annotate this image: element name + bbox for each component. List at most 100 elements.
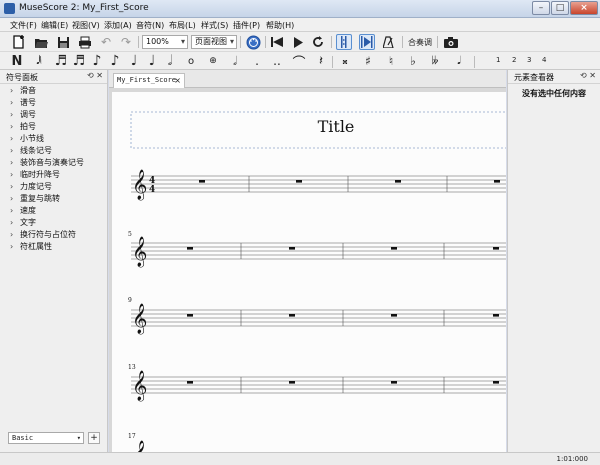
palette-item-breaks[interactable]: › 换行符与占位符	[10, 229, 76, 241]
menu-layout[interactable]: 布局(L)	[169, 20, 196, 31]
save-icon[interactable]	[54, 34, 72, 50]
palette-item-clefs[interactable]: › 谱号	[10, 97, 36, 109]
flip-direction-icon[interactable]: 𝅘𝅥	[452, 53, 466, 69]
camera-icon[interactable]	[442, 34, 460, 50]
thirty-second-note-icon[interactable]: ♬	[54, 53, 68, 69]
palette-item-glissando[interactable]: › 滑音	[10, 85, 36, 97]
voice-1-button[interactable]: 1	[496, 56, 500, 64]
menu-help[interactable]: 帮助(H)	[266, 20, 294, 31]
whole-rest-icon[interactable]	[289, 314, 295, 317]
time-signature-bottom[interactable]: 4	[149, 185, 155, 195]
zoom-select[interactable]: 100% ▾	[142, 35, 188, 49]
palette-item-tempo[interactable]: › 速度	[10, 205, 36, 217]
score-title[interactable]: Title	[318, 117, 355, 136]
palette-item-key-signatures[interactable]: › 调号	[10, 109, 36, 121]
whole-rest-icon[interactable]	[187, 381, 193, 384]
float-icon[interactable]: ⟲	[580, 71, 587, 80]
concert-pitch-button[interactable]: 合奏调	[408, 37, 432, 48]
workspace-select[interactable]: Basic ▾	[8, 432, 84, 444]
redo-icon[interactable]: ↷	[118, 34, 134, 50]
whole-rest-icon[interactable]	[391, 247, 397, 250]
palette-item-accidentals[interactable]: › 临时升降号	[10, 169, 60, 181]
rest-icon[interactable]: 𝄽	[314, 53, 328, 69]
eighth-note-alt-icon[interactable]: ♪	[108, 53, 122, 69]
staff-system-3[interactable]: 9 𝄞	[128, 297, 506, 335]
treble-clef-icon[interactable]: 𝄞	[132, 236, 147, 268]
longa-note-icon[interactable]: 𝅗𝅥	[228, 53, 242, 69]
treble-clef-icon[interactable]: 𝄞	[132, 303, 147, 335]
play-icon[interactable]	[290, 34, 306, 50]
natural-icon[interactable]: ♮	[384, 53, 398, 69]
whole-rest-icon[interactable]	[493, 314, 499, 317]
view-mode-select[interactable]: 页面视图 ▾	[191, 35, 237, 49]
menu-add[interactable]: 添加(A)	[104, 20, 132, 31]
palette-item-time-signatures[interactable]: › 拍号	[10, 121, 36, 133]
whole-rest-icon[interactable]	[493, 247, 499, 250]
undo-icon[interactable]: ↶	[98, 34, 114, 50]
score-page[interactable]: Title 𝄞 4 4 5 𝄞 9 𝄞 13 𝄞 17	[112, 92, 506, 452]
pan-score-icon[interactable]	[359, 34, 375, 50]
staff-system-1[interactable]: 𝄞 4 4	[131, 169, 506, 201]
quarter-note-icon[interactable]: ♩	[127, 53, 141, 69]
menu-view[interactable]: 视图(V)	[72, 20, 100, 31]
palette-item-beam-properties[interactable]: › 符杠属性	[10, 241, 52, 253]
palette-item-ornaments[interactable]: › 装饰音与演奏记号	[10, 157, 84, 169]
treble-clef-icon[interactable]: 𝄞	[132, 169, 147, 201]
print-icon[interactable]	[76, 34, 94, 50]
close-button[interactable]: ×	[570, 1, 598, 15]
whole-rest-icon[interactable]	[391, 381, 397, 384]
whole-rest-icon[interactable]	[296, 180, 302, 183]
menu-notes[interactable]: 音符(N)	[136, 20, 164, 31]
whole-rest-icon[interactable]	[289, 381, 295, 384]
double-dot-icon[interactable]: ..	[270, 53, 284, 69]
treble-clef-icon[interactable]: 𝄞	[132, 440, 147, 452]
staff-system-5[interactable]: 17 𝄞	[128, 433, 147, 452]
sixteenth-note-icon[interactable]: ♬	[72, 53, 86, 69]
sixty-fourth-note-icon[interactable]: 𝅘𝅥𝅲	[32, 53, 46, 69]
loop-icon[interactable]	[310, 34, 326, 50]
eighth-note-icon[interactable]: ♪	[90, 53, 104, 69]
sharp-icon[interactable]: ♯	[361, 53, 375, 69]
staff-system-4[interactable]: 13 𝄞	[128, 364, 506, 402]
menu-plugins[interactable]: 插件(P)	[233, 20, 260, 31]
staff-system-2[interactable]: 5 𝄞	[128, 231, 506, 268]
voice-3-button[interactable]: 3	[527, 56, 531, 64]
palette-item-repeats[interactable]: › 重复与跳转	[10, 193, 60, 205]
palette-item-barlines[interactable]: › 小节线	[10, 133, 44, 145]
voice-2-button[interactable]: 2	[512, 56, 516, 64]
flat-icon[interactable]: ♭	[406, 53, 420, 69]
whole-rest-icon[interactable]	[395, 180, 401, 183]
tie-icon[interactable]: ⌒	[292, 53, 306, 71]
whole-rest-icon[interactable]	[494, 180, 500, 183]
voice-4-button[interactable]: 4	[542, 56, 546, 64]
treble-clef-icon[interactable]: 𝄞	[132, 370, 147, 402]
whole-rest-icon[interactable]	[391, 314, 397, 317]
add-workspace-button[interactable]: +	[88, 432, 100, 444]
whole-rest-icon[interactable]	[199, 180, 205, 183]
double-flat-icon[interactable]: 𝄫	[428, 53, 442, 69]
breve-note-icon[interactable]: ⊕	[206, 53, 220, 69]
double-sharp-icon[interactable]: 𝄪	[338, 53, 352, 69]
close-icon[interactable]: ✕	[96, 71, 103, 80]
rewind-icon[interactable]	[269, 34, 285, 50]
close-icon[interactable]: ✕	[589, 71, 596, 80]
whole-rest-icon[interactable]	[289, 247, 295, 250]
palette-item-lines[interactable]: › 线条记号	[10, 145, 52, 157]
tab-my-first-score[interactable]: My_First_Score ×	[113, 73, 185, 88]
augmentation-dot-icon[interactable]: .	[250, 53, 264, 69]
whole-rest-icon[interactable]	[187, 314, 193, 317]
menu-style[interactable]: 样式(S)	[201, 20, 228, 31]
half-note-icon[interactable]: 𝅗𝅥	[163, 53, 177, 69]
metronome-icon[interactable]	[380, 34, 396, 50]
whole-rest-icon[interactable]	[493, 381, 499, 384]
score-canvas[interactable]: Title 𝄞 4 4 5 𝄞 9 𝄞 13 𝄞 17	[109, 88, 506, 452]
minimize-button[interactable]: –	[532, 1, 550, 15]
note-input-mode-icon[interactable]: N	[10, 53, 24, 69]
menu-edit[interactable]: 编辑(E)	[41, 20, 68, 31]
midi-input-icon[interactable]	[244, 34, 262, 50]
palette-item-text[interactable]: › 文字	[10, 217, 36, 229]
maximize-button[interactable]: □	[551, 1, 569, 15]
palette-item-dynamics[interactable]: › 力度记号	[10, 181, 52, 193]
close-icon[interactable]: ×	[174, 74, 181, 87]
menu-file[interactable]: 文件(F)	[10, 20, 37, 31]
